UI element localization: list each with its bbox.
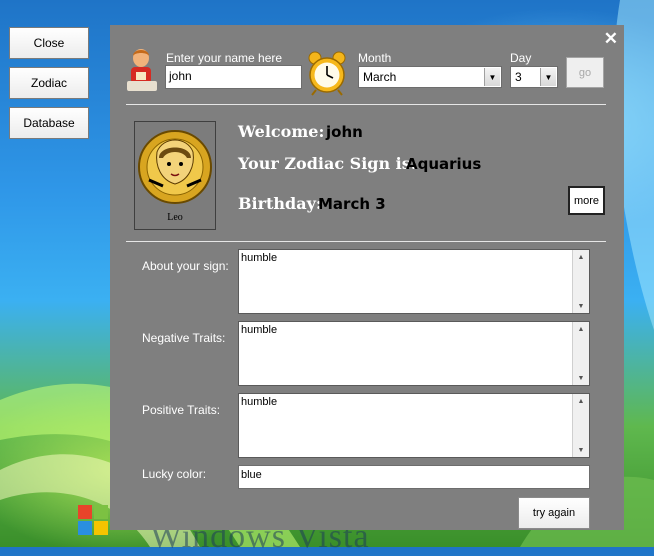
name-label: Enter your name here xyxy=(166,51,283,65)
negative-scrollbar[interactable]: ▲ ▼ xyxy=(572,322,589,385)
chevron-down-icon[interactable]: ▼ xyxy=(484,68,500,86)
scroll-down-icon[interactable]: ▼ xyxy=(573,443,589,457)
zodiac-sign-label: Your Zodiac Sign is: xyxy=(238,154,417,173)
birthday-label: Birthday: xyxy=(238,194,322,213)
scroll-down-icon[interactable]: ▼ xyxy=(573,371,589,385)
month-select[interactable]: March ▼ xyxy=(358,66,502,88)
month-select-value: March xyxy=(363,70,397,84)
user-icon xyxy=(127,49,157,91)
about-sign-textarea[interactable]: humble ▲ ▼ xyxy=(238,249,590,314)
scroll-up-icon[interactable]: ▲ xyxy=(573,250,589,264)
panel-close-button[interactable]: ✕ xyxy=(604,29,618,49)
database-button[interactable]: Database xyxy=(9,107,89,139)
try-again-button[interactable]: try again xyxy=(518,497,590,529)
birthday-value: March 3 xyxy=(318,195,386,213)
lucky-color-field[interactable]: blue xyxy=(238,465,590,489)
scroll-down-icon[interactable]: ▼ xyxy=(573,299,589,313)
alarm-clock-icon xyxy=(308,51,346,96)
lucky-color-label: Lucky color: xyxy=(142,467,207,481)
positive-traits-label: Positive Traits: xyxy=(142,403,221,417)
divider xyxy=(126,104,606,105)
negative-traits-textarea[interactable]: humble ▲ ▼ xyxy=(238,321,590,386)
zodiac-image: Leo xyxy=(134,121,216,230)
scroll-up-icon[interactable]: ▲ xyxy=(573,394,589,408)
about-sign-label: About your sign: xyxy=(142,259,229,273)
about-sign-value: humble xyxy=(241,252,278,264)
positive-traits-textarea[interactable]: humble ▲ ▼ xyxy=(238,393,590,458)
welcome-value: john xyxy=(326,123,363,141)
zodiac-image-caption: Leo xyxy=(167,212,183,223)
go-button[interactable]: go xyxy=(566,57,604,88)
day-label: Day xyxy=(510,51,532,65)
zodiac-sign-value: Aquarius xyxy=(406,155,482,173)
welcome-label: Welcome: xyxy=(238,122,325,141)
zodiac-button[interactable]: Zodiac xyxy=(9,67,89,99)
name-input[interactable]: john xyxy=(165,65,302,89)
chevron-down-icon[interactable]: ▼ xyxy=(540,68,556,86)
negative-traits-value: humble xyxy=(241,324,278,336)
close-button[interactable]: Close xyxy=(9,27,89,59)
month-label: Month xyxy=(358,51,392,65)
zodiac-panel: ✕ Enter your name here john Month March … xyxy=(110,25,624,530)
divider xyxy=(126,241,606,242)
more-button[interactable]: more xyxy=(568,186,605,215)
scroll-up-icon[interactable]: ▲ xyxy=(573,322,589,336)
positive-traits-value: humble xyxy=(241,396,278,408)
day-select[interactable]: 3 ▼ xyxy=(510,66,558,88)
positive-scrollbar[interactable]: ▲ ▼ xyxy=(572,394,589,457)
about-scrollbar[interactable]: ▲ ▼ xyxy=(572,250,589,313)
day-select-value: 3 xyxy=(515,70,522,84)
zodiac-emblem-icon xyxy=(138,130,212,204)
negative-traits-label: Negative Traits: xyxy=(142,331,226,345)
